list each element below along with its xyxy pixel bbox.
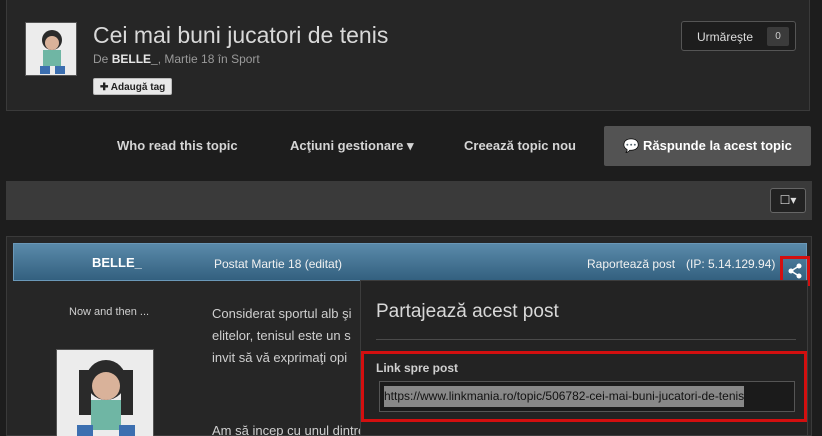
share-post-popup: Partajează acest post Link spre post htt… xyxy=(360,280,808,436)
report-post-link[interactable]: Raportează post xyxy=(587,257,675,271)
author-avatar-small[interactable] xyxy=(25,22,77,76)
post-header-bar: BELLE_ Postat Martie 18 (editat) Raporte… xyxy=(13,243,810,286)
topic-byline: De BELLE_, Martie 18 în Sport xyxy=(93,52,260,66)
reply-button[interactable]: 💬 Răspunde la acest topic xyxy=(604,126,811,166)
topic-header: Cei mai buni jucatori de tenis De BELLE_… xyxy=(6,0,810,111)
post-author-link[interactable]: BELLE_ xyxy=(92,255,142,270)
share-popup-title: Partajează acest post xyxy=(376,301,559,322)
author-avatar-large[interactable] xyxy=(56,349,154,436)
author-motto: Now and then ... xyxy=(69,306,150,318)
post-toolbar: ☐▾ xyxy=(6,181,812,220)
follow-button[interactable]: Urmăreşte 0 xyxy=(681,21,796,51)
reply-label: Răspunde la acest topic xyxy=(642,138,792,153)
new-topic-link[interactable]: Creează topic nou xyxy=(464,126,576,166)
post-text-line-3: invit să vă exprimaţi opi xyxy=(212,350,348,365)
post-date-link[interactable]: Postat Martie 18 (editat) xyxy=(214,257,342,271)
manage-actions-dropdown[interactable]: Acţiuni gestionare ▾ xyxy=(290,126,414,166)
post-link-url[interactable]: https://www.linkmania.ro/topic/506782-ce… xyxy=(384,386,745,407)
topic-date-category: , Martie 18 în Sport xyxy=(157,52,260,66)
post-link-input[interactable]: https://www.linkmania.ro/topic/506782-ce… xyxy=(379,381,795,412)
comment-icon: 💬 xyxy=(623,138,643,153)
add-tag-button[interactable]: ✚ Adaugă tag xyxy=(93,78,173,95)
topic-author-link[interactable]: BELLE_ xyxy=(112,52,158,66)
select-posts-dropdown[interactable]: ☐▾ xyxy=(770,188,806,213)
post-ip: (IP: 5.14.129.94) xyxy=(686,257,776,271)
follow-count-badge: 0 xyxy=(767,27,789,46)
who-read-link[interactable]: Who read this topic xyxy=(117,126,238,166)
topic-title: Cei mai buni jucatori de tenis xyxy=(93,22,389,48)
follow-label: Urmăreşte xyxy=(697,30,754,44)
post-link-section: Link spre post https://www.linkmania.ro/… xyxy=(361,351,807,422)
share-divider xyxy=(376,339,796,340)
post-text-line-2: elitelor, tenisul este un s xyxy=(212,328,351,343)
post-text-line-1: Considerat sportul alb şi xyxy=(212,306,352,321)
by-prefix: De xyxy=(93,52,109,66)
post-link-label: Link spre post xyxy=(376,361,459,375)
